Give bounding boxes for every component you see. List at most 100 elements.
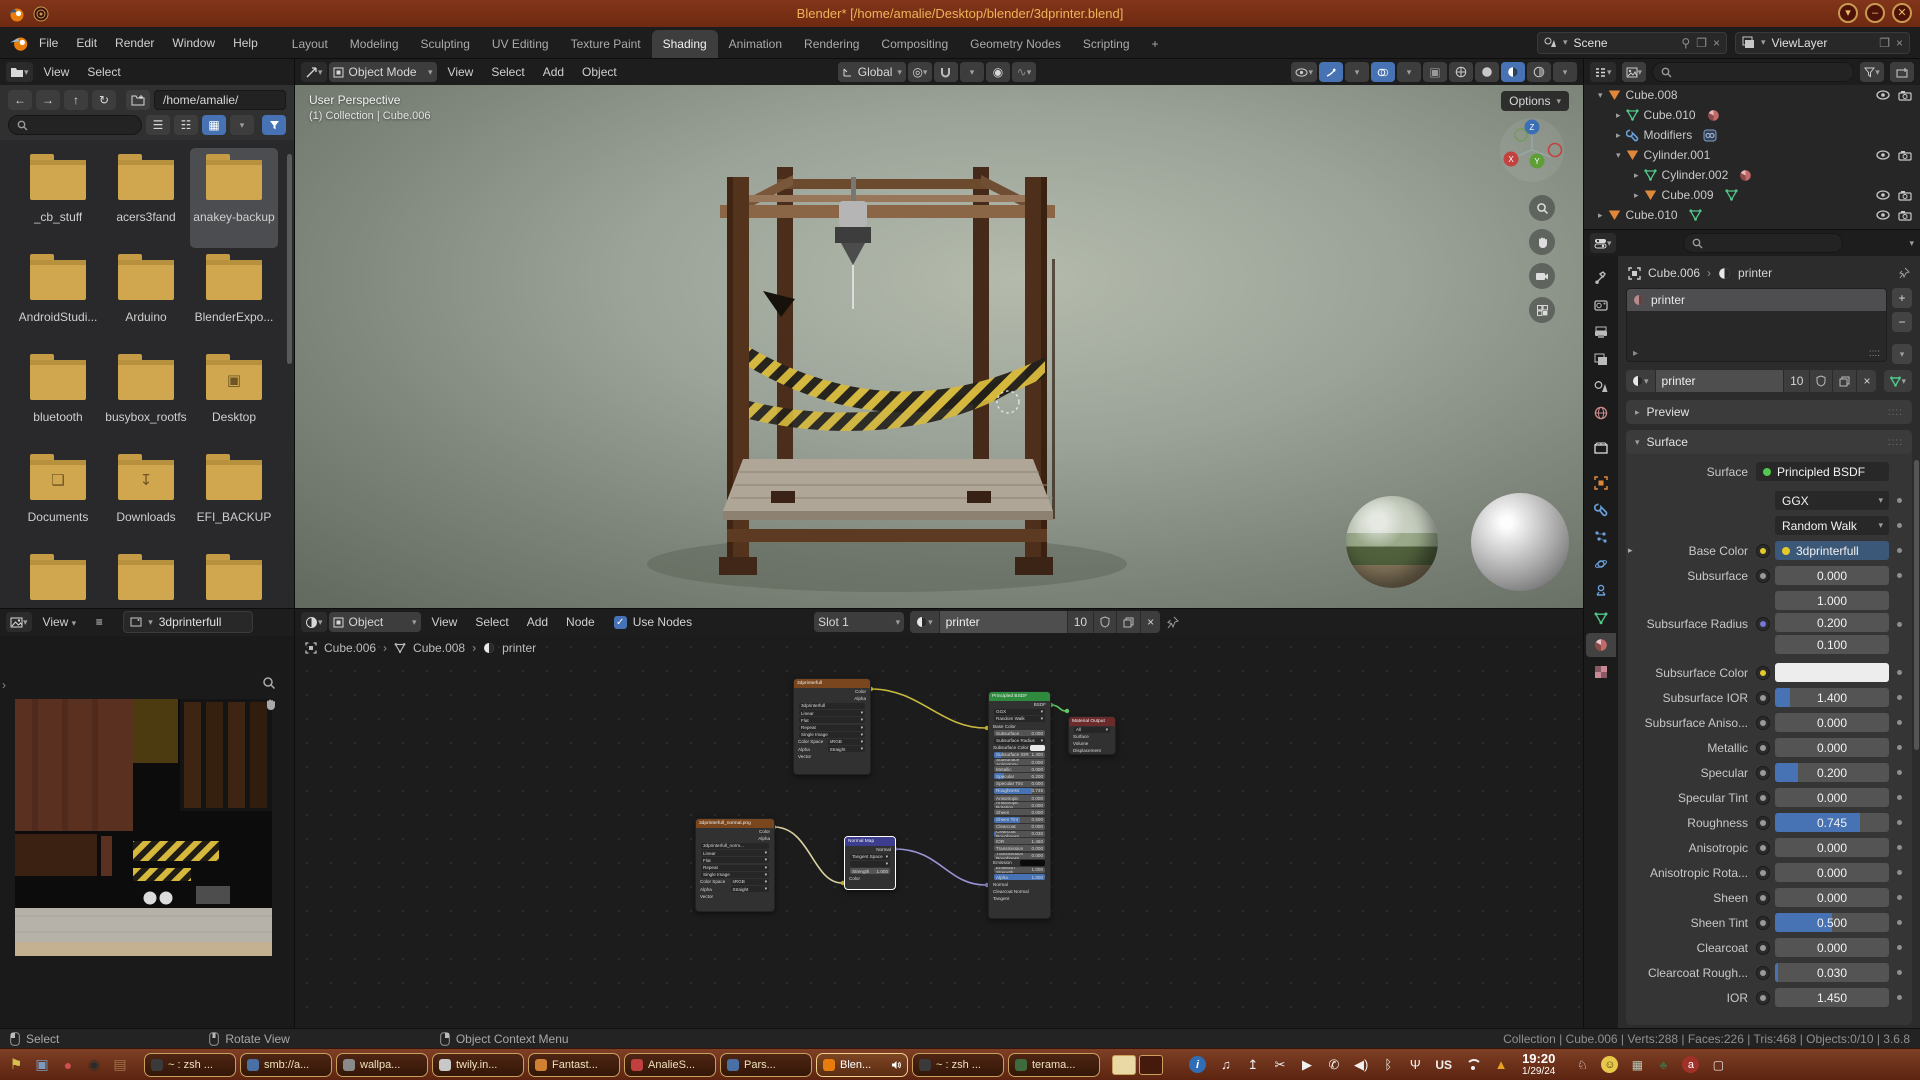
value-field[interactable]: 1.400 <box>1775 688 1889 707</box>
viewlayer-selector[interactable]: ▾ ViewLayer ❐ × <box>1735 32 1910 54</box>
task-button[interactable]: AnalieS... <box>624 1053 716 1077</box>
animate-decorator[interactable] <box>1897 695 1902 700</box>
animate-decorator[interactable] <box>1897 970 1902 975</box>
collapse-arrow[interactable]: › <box>2 678 6 692</box>
camera-icon[interactable] <box>1898 90 1912 101</box>
task-button[interactable]: ~ : zsh ... <box>144 1053 236 1077</box>
dropdown-field[interactable]: Flat▾ <box>701 857 769 863</box>
expand-caret[interactable]: ▸ <box>1634 190 1639 201</box>
launcher-icon-1[interactable]: ⚑ <box>6 1055 26 1075</box>
value-field[interactable]: Subsurface Anisotropy0.000 <box>994 759 1045 765</box>
scrollbar[interactable] <box>287 154 292 364</box>
properties-tab-world[interactable] <box>1586 401 1616 425</box>
back-button[interactable]: ← <box>8 90 32 110</box>
workspace-tab-shading[interactable]: Shading <box>652 30 718 59</box>
color-swatch[interactable] <box>1775 663 1889 682</box>
task-button[interactable]: smb://a... <box>240 1053 332 1077</box>
menu-object[interactable]: Object <box>573 61 626 83</box>
task-button[interactable]: Fantast... <box>528 1053 620 1077</box>
outliner-row[interactable]: ▸Cylinder.002 <box>1584 165 1920 185</box>
dropdown-field[interactable]: Linear▾ <box>799 710 865 716</box>
wifi-icon[interactable] <box>1465 1059 1481 1070</box>
folder-tile[interactable]: Arduino <box>102 248 190 348</box>
outliner-row[interactable]: ▸Cube.010 <box>1584 205 1920 225</box>
properties-tab-output[interactable] <box>1586 320 1616 344</box>
node-material-output[interactable]: Material OutputAll▾SurfaceVolumeDisplace… <box>1068 716 1116 755</box>
warning-icon[interactable]: ▲ <box>1494 1057 1508 1072</box>
shading-rendered-button[interactable] <box>1527 62 1551 82</box>
launcher-icon-5[interactable]: ▤ <box>110 1055 130 1075</box>
animate-decorator[interactable] <box>1897 995 1902 1000</box>
proportional-editing-toggle[interactable]: ◉ <box>986 62 1010 82</box>
music-icon[interactable]: ♫ <box>1219 1057 1233 1072</box>
value-field[interactable]: Principled BSDF <box>1756 462 1889 481</box>
transform-orientation-dropdown[interactable]: Global▾ <box>838 62 906 82</box>
eye-icon[interactable] <box>1876 150 1890 160</box>
pan-hand-icon[interactable] <box>1529 229 1555 255</box>
animate-decorator[interactable] <box>1897 820 1902 825</box>
menu-help[interactable]: Help <box>224 32 267 54</box>
pin-icon[interactable]: ⚲ <box>1681 36 1690 50</box>
animate-decorator[interactable] <box>1897 870 1902 875</box>
expand-caret[interactable]: ▸ <box>1616 130 1621 141</box>
editor-type-button[interactable]: ▾ <box>6 62 33 82</box>
node-image-texture-color[interactable]: 3dprinterfullColorAlpha3dprinterfullLine… <box>793 678 871 775</box>
properties-options-dropdown[interactable]: ▾ <box>1909 238 1914 249</box>
properties-tab-physics[interactable] <box>1586 552 1616 576</box>
value-field[interactable]: Clearcoat Roughness0.030 <box>994 831 1045 837</box>
folder-tile[interactable]: busybox_rootfs <box>102 348 190 448</box>
dropdown-field[interactable]: Flat▾ <box>799 717 865 723</box>
animate-decorator[interactable] <box>1897 573 1902 578</box>
properties-tab-tool[interactable] <box>1586 266 1616 290</box>
expand-arrow[interactable]: ▸ <box>1628 545 1640 556</box>
launcher-icon-4[interactable]: ◉ <box>84 1055 104 1075</box>
outliner-item-label[interactable]: Cylinder.001 <box>1644 148 1711 162</box>
pan-hand-icon[interactable] <box>264 698 277 711</box>
properties-tab-constraints[interactable] <box>1586 579 1616 603</box>
hamburger-menu[interactable]: ≡ <box>87 612 111 632</box>
dropdown-field[interactable]: GGX▾ <box>1775 491 1889 510</box>
value-field[interactable]: 0.000 <box>1775 566 1889 585</box>
pager-cell-active[interactable] <box>1112 1055 1136 1075</box>
viewport-editor[interactable]: ▾ Object Mode▾ ViewSelectAddObject Globa… <box>295 59 1583 608</box>
animate-decorator[interactable] <box>1897 795 1902 800</box>
snap-magnet-toggle[interactable] <box>934 62 958 82</box>
camera-icon[interactable] <box>1898 210 1912 221</box>
value-field[interactable]: 0.000 <box>1775 738 1889 757</box>
image-canvas[interactable]: › <box>0 636 294 1028</box>
value-field[interactable]: 0.000 <box>1775 863 1889 882</box>
image-datablock-field[interactable]: 3dprinterfull_norm... <box>701 843 769 849</box>
node-principled-bsdf[interactable]: Principled BSDFBSDFGGX▾Random Walk▾Base … <box>988 691 1051 919</box>
value-field[interactable]: Subsurface IOR1.400 <box>994 752 1045 758</box>
orthographic-grid-icon[interactable] <box>1529 297 1555 323</box>
keyboard-layout[interactable]: US <box>1435 1058 1452 1072</box>
blender-logo-icon[interactable] <box>8 32 30 54</box>
value-field[interactable]: Transmission Roughness0.000 <box>994 853 1045 859</box>
dropdown-field[interactable]: sRGB▾ <box>828 739 865 745</box>
task-button[interactable]: wallpa... <box>336 1053 428 1077</box>
expand-caret[interactable]: ▸ <box>1598 210 1603 221</box>
zoom-icon[interactable] <box>1529 195 1555 221</box>
value-field[interactable]: Specular0.200 <box>994 773 1045 779</box>
material-slot-item[interactable]: printer <box>1627 289 1886 311</box>
value-field[interactable]: 0.100 <box>1775 635 1889 654</box>
new-folder-button[interactable] <box>126 90 150 110</box>
properties-tab-render[interactable] <box>1586 293 1616 317</box>
value-field[interactable]: 0.030 <box>1775 963 1889 982</box>
properties-tab-viewlayer[interactable] <box>1586 347 1616 371</box>
dropdown-field[interactable]: GGX▾ <box>994 709 1045 715</box>
workspace-tab-texture-paint[interactable]: Texture Paint <box>560 30 652 59</box>
scrollbar[interactable] <box>1914 460 1919 750</box>
folder-tile[interactable]: ↧Downloads <box>102 448 190 548</box>
editor-type-button[interactable]: ▾ <box>1590 233 1616 253</box>
material-slot-list[interactable]: printer ▸:::: <box>1626 288 1887 362</box>
dropdown-field[interactable]: Linear▾ <box>701 850 769 856</box>
task-button[interactable]: Blen... <box>816 1053 908 1077</box>
fake-user-shield-button[interactable] <box>1810 370 1833 392</box>
animate-decorator[interactable] <box>1897 945 1902 950</box>
folder-tile[interactable] <box>190 548 278 602</box>
outliner-item-label[interactable]: Cube.009 <box>1662 188 1714 202</box>
visibility-dropdown[interactable]: ▾ <box>1291 62 1317 82</box>
eye-icon[interactable] <box>1876 190 1890 200</box>
node-header[interactable]: 3dprinterfull_normal.png <box>696 819 774 828</box>
